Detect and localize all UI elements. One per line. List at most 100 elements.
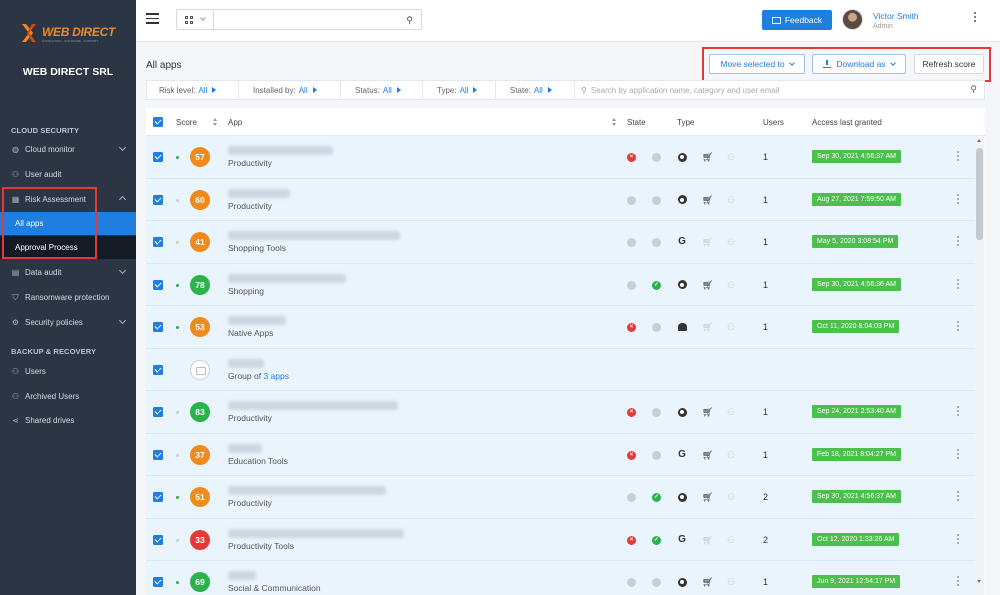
envelope-icon <box>771 16 781 24</box>
scroll-up-icon[interactable] <box>977 139 981 142</box>
row-checkbox[interactable] <box>153 194 163 205</box>
blocked-state-icon[interactable] <box>627 195 636 205</box>
app-name-blurred <box>228 528 404 538</box>
row-menu-icon[interactable] <box>956 321 960 335</box>
row-menu-icon[interactable] <box>956 406 960 420</box>
row-checkbox[interactable] <box>153 364 163 375</box>
table-row[interactable]: 53 Native Apps × 🛒︎ ⚇ 1 Oct 11, 2020 8:0… <box>146 306 975 349</box>
sidebar-item-label: Data audit <box>25 267 62 277</box>
row-checkbox[interactable] <box>153 449 163 460</box>
blocked-state-icon[interactable] <box>627 578 636 587</box>
table-row[interactable]: 60 Productivity 🛒︎ ⚇ 1 Aug 27, 2021 7:59… <box>146 178 975 221</box>
cart-icon: 🛒︎ <box>702 322 714 332</box>
app-name-blurred <box>228 486 386 495</box>
row-menu-icon[interactable] <box>956 278 960 293</box>
app-name-blurred <box>228 146 333 155</box>
approved-state-icon[interactable]: ✓ <box>652 280 661 290</box>
approved-state-icon[interactable] <box>652 450 661 460</box>
row-menu-icon[interactable] <box>956 491 960 505</box>
sidebar-item-data-audit[interactable]: ▤ Data audit <box>0 262 136 282</box>
blocked-state-icon[interactable]: × <box>627 323 636 332</box>
row-checkbox[interactable] <box>153 407 163 417</box>
sort-icon[interactable] <box>612 118 617 127</box>
header-score[interactable]: Score <box>176 118 197 127</box>
blocked-state-icon[interactable]: × <box>627 153 636 162</box>
row-checkbox[interactable] <box>153 237 163 247</box>
search-icon: ⚲ <box>406 15 413 25</box>
table-row[interactable]: 33 Productivity Tools × ✓ G 🛒︎ ⚇ 2 Oct 1… <box>146 518 975 561</box>
row-checkbox[interactable] <box>153 492 163 502</box>
sidebar-item-shared-drives[interactable]: ⋖ Shared drives <box>0 410 136 430</box>
sidebar-item-label: Security policies <box>25 317 83 327</box>
filter-risk-level[interactable]: Risk level: All <box>147 81 239 99</box>
approved-state-icon[interactable] <box>652 195 661 205</box>
avatar[interactable] <box>842 9 863 30</box>
blocked-state-icon[interactable] <box>627 280 636 290</box>
blocked-state-icon[interactable]: × <box>627 535 636 545</box>
sidebar-item-archived-users[interactable]: ⚇ Archived Users <box>0 386 136 406</box>
sidebar-item-user-audit[interactable]: ⚇ User audit <box>0 164 136 184</box>
feedback-button[interactable]: Feedback <box>762 10 832 30</box>
filter-installed-by[interactable]: Installed by: All <box>239 81 341 99</box>
approved-state-icon[interactable] <box>652 323 661 332</box>
filter-state[interactable]: State: All <box>496 81 575 99</box>
header-app[interactable]: App <box>228 118 242 127</box>
filter-search-input[interactable]: ⚲ Search by application name, category a… <box>575 81 983 99</box>
blocked-state-icon[interactable] <box>627 493 636 502</box>
row-menu-icon[interactable] <box>956 236 960 250</box>
header-users: Users <box>763 118 784 127</box>
blocked-state-icon[interactable]: × <box>627 450 636 460</box>
score-badge: 69 <box>190 572 210 592</box>
sidebar-item-cloud-monitor[interactable]: ◍ Cloud monitor <box>0 139 136 159</box>
row-checkbox[interactable] <box>153 322 163 332</box>
approved-state-icon[interactable] <box>652 408 661 417</box>
access-badge: Oct 12, 2020 1:33:26 AM <box>812 532 900 546</box>
global-search-input[interactable]: ⚲ <box>214 9 422 30</box>
sidebar-item-ransomware[interactable]: ⛉ Ransomware protection <box>0 287 136 307</box>
row-checkbox[interactable] <box>153 534 163 545</box>
sort-icon[interactable] <box>213 118 218 127</box>
table-row[interactable]: 78 Shopping ✓ 🛒︎ ⚇ 1 Sep 30, 2021 4:56:3… <box>146 263 975 306</box>
select-all-checkbox[interactable] <box>153 117 163 127</box>
menu-icon[interactable] <box>146 13 159 24</box>
table-row-group[interactable]: Group of 3 apps <box>146 348 975 391</box>
approved-state-icon[interactable]: ✓ <box>652 493 661 502</box>
approved-state-icon[interactable] <box>652 578 661 587</box>
sidebar-item-label: Shared drives <box>25 415 75 425</box>
table-row[interactable]: 69 Social & Communication 🛒︎ ⚇ 1 Jun 9, … <box>146 561 975 595</box>
filter-type[interactable]: Type: All <box>423 81 496 99</box>
sidebar-item-users[interactable]: ⚇ Users <box>0 361 136 381</box>
row-menu-icon[interactable] <box>956 193 960 208</box>
table-row[interactable]: 83 Productivity × 🛒︎ ⚇ 1 Sep 24, 2021 2:… <box>146 391 975 434</box>
row-menu-icon[interactable] <box>956 151 960 165</box>
user-name[interactable]: Victor Smith <box>873 11 919 21</box>
cart-icon: 🛒︎ <box>702 237 714 247</box>
row-menu-icon[interactable] <box>956 448 960 463</box>
scroll-down-icon[interactable] <box>977 580 981 583</box>
blocked-state-icon[interactable] <box>627 238 636 247</box>
app-switcher-dropdown[interactable] <box>176 9 214 30</box>
approved-state-icon[interactable]: ✓ <box>652 535 661 545</box>
filter-status[interactable]: Status: All <box>341 81 423 99</box>
approved-state-icon[interactable] <box>652 153 661 162</box>
table-row[interactable]: 57 Productivity × 🛒︎ ⚇ 1 Sep 30, 2021 4:… <box>146 136 975 179</box>
sidebar-item-security-policies[interactable]: ⚙ Security policies <box>0 312 136 332</box>
more-options-icon[interactable] <box>973 12 977 26</box>
filter-value: All <box>459 85 469 95</box>
table-row[interactable]: 41 Shopping Tools G 🛒︎ ⚇ 1 May 5, 2020 3… <box>146 221 975 264</box>
active-indicator <box>176 581 179 584</box>
search-icon[interactable]: ⚲ <box>970 84 977 95</box>
table-scrollbar[interactable] <box>975 136 984 595</box>
row-menu-icon[interactable] <box>956 533 960 548</box>
approved-state-icon[interactable] <box>652 238 661 247</box>
group-apps-link[interactable]: 3 apps <box>263 371 289 381</box>
row-checkbox[interactable] <box>153 577 163 587</box>
row-menu-icon[interactable] <box>956 576 960 590</box>
row-checkbox[interactable] <box>153 279 163 290</box>
blocked-state-icon[interactable]: × <box>627 408 636 417</box>
table-row[interactable]: 51 Productivity ✓ 🛒︎ ⚇ 2 Sep 30, 2021 4:… <box>146 476 975 519</box>
row-checkbox[interactable] <box>153 152 163 162</box>
google-icon: G <box>678 448 686 460</box>
table-row[interactable]: 37 Education Tools × G 🛒︎ ⚇ 1 Feb 18, 20… <box>146 433 975 476</box>
scrollbar-thumb[interactable] <box>976 148 983 240</box>
